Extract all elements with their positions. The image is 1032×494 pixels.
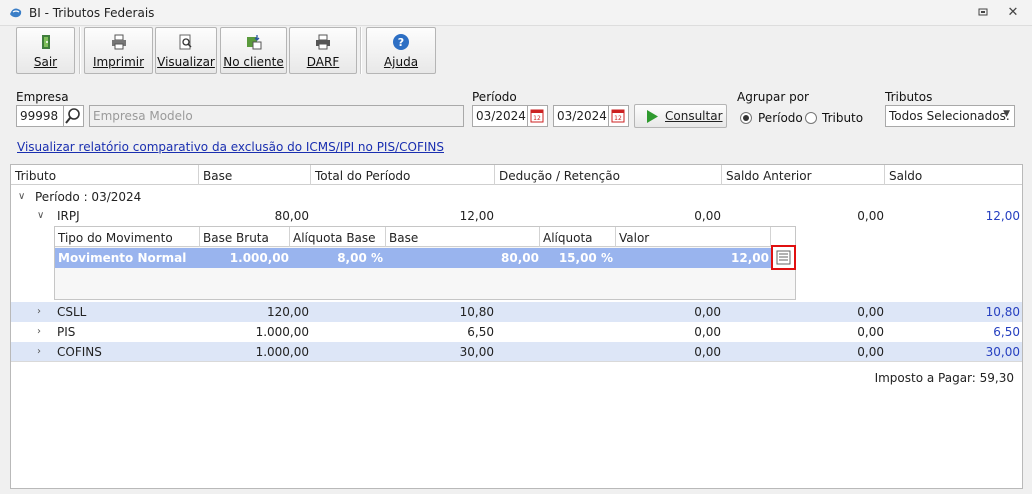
consultar-button[interactable]: Consultar [634,104,727,128]
exit-door-icon [41,35,50,49]
col-header-deducao[interactable]: Dedução / Retenção [495,165,722,185]
periodo-end-input[interactable]: 03/2024 [553,105,609,127]
empresa-name-field: Empresa Modelo [89,105,464,127]
close-icon[interactable]: ✕ [1006,6,1020,20]
agrupar-tributo-label: Tributo [822,111,864,125]
relatorio-comparativo-link[interactable]: Visualizar relatório comparativo da excl… [17,140,444,154]
svg-text:12: 12 [614,115,622,122]
detail-col-valor[interactable]: Valor [616,227,771,247]
help-icon: ? [393,34,409,50]
chevron-right-icon[interactable]: › [37,346,41,357]
list-detail-icon [776,250,791,265]
agrupar-periodo-radio[interactable] [740,112,752,124]
agrupar-tributo-radio[interactable] [805,112,817,124]
tributos-select[interactable]: Todos Selecionados. ▼ [885,105,1015,127]
toolbar-separator [79,27,81,74]
svg-text:12: 12 [533,115,541,122]
tributos-label: Tributos [885,90,933,104]
empresa-label: Empresa [16,90,69,104]
imprimir-button[interactable]: Imprimir [84,27,153,74]
printer-icon [111,34,126,50]
calendar-icon: 12 [611,109,625,123]
calendar-icon: 12 [530,109,544,123]
darf-button[interactable]: DARF [289,27,357,74]
chevron-down-icon[interactable]: ∨ [18,191,25,202]
app-logo-icon [10,8,22,18]
col-header-tributo[interactable]: Tributo [11,165,199,185]
visualizar-button[interactable]: Visualizar [155,27,217,74]
agrupar-periodo-label: Período [758,111,803,125]
preview-magnifier-icon [179,34,192,50]
client-download-icon [246,35,261,50]
col-header-saldo-anterior[interactable]: Saldo Anterior [722,165,885,185]
detail-col-tipo[interactable]: Tipo do Movimento [55,227,200,247]
detail-button[interactable] [771,245,796,270]
imposto-a-pagar-total: Imposto a Pagar: 59,30 [874,371,1014,385]
col-header-total[interactable]: Total do Período [311,165,495,185]
periodo-label: Período [472,90,517,104]
svg-text:?: ? [398,36,404,49]
chevron-right-icon[interactable]: › [37,326,41,337]
darf-printer-icon [316,34,330,50]
no-cliente-button[interactable]: No cliente [220,27,287,74]
title-bar: BI - Tributos Federais ✕ [0,0,1032,26]
table-row[interactable]: › PIS 1.000,00 6,50 0,00 0,00 6,50 [11,322,1022,342]
detail-col-base-bruta[interactable]: Base Bruta [200,227,290,247]
window-title: BI - Tributos Federais [29,6,155,20]
group-row[interactable]: ∨ Período : 03/2024 [11,187,1022,207]
search-icon [65,108,80,124]
chevron-down-icon: ▼ [1003,109,1010,119]
toolbar-separator [360,27,362,74]
detail-col-aliquota-base[interactable]: Alíquota Base [290,227,386,247]
detail-header: Tipo do Movimento Base Bruta Alíquota Ba… [55,227,795,247]
sair-button[interactable]: Sair [16,27,75,74]
table-row[interactable]: ∨ IRPJ 80,00 12,00 0,00 0,00 12,00 [11,206,1022,226]
detail-col-base[interactable]: Base [386,227,540,247]
periodo-start-calendar-button[interactable]: 12 [528,105,548,127]
agrupar-label: Agrupar por [737,90,809,104]
table-row[interactable]: › CSLL 120,00 10,80 0,00 0,00 10,80 [11,302,1022,322]
chevron-right-icon[interactable]: › [37,306,41,317]
periodo-start-input[interactable]: 03/2024 [472,105,528,127]
toolbar: Sair Imprimir Visualizar No cliente DARF… [8,26,1024,78]
restore-icon[interactable] [976,6,990,20]
periodo-end-calendar-button[interactable]: 12 [609,105,629,127]
col-header-base[interactable]: Base [199,165,311,185]
play-arrow-icon [647,110,658,123]
grid-footer-divider [11,361,1022,362]
detail-subgrid: Tipo do Movimento Base Bruta Alíquota Ba… [54,226,796,300]
grid-header: Tributo Base Total do Período Dedução / … [11,165,1022,185]
detail-row-selected[interactable]: Movimento Normal 1.000,00 8,00 % 80,00 1… [55,248,772,268]
table-row[interactable]: › COFINS 1.000,00 30,00 0,00 0,00 30,00 [11,342,1022,362]
empresa-code-input[interactable]: 99998 [16,105,64,127]
col-header-saldo[interactable]: Saldo [885,165,1022,185]
detail-col-aliquota[interactable]: Alíquota [540,227,616,247]
tributos-grid: Tributo Base Total do Período Dedução / … [10,164,1023,489]
ajuda-button[interactable]: ? Ajuda [366,27,436,74]
chevron-down-icon[interactable]: ∨ [37,210,44,221]
empresa-search-button[interactable] [64,105,84,127]
